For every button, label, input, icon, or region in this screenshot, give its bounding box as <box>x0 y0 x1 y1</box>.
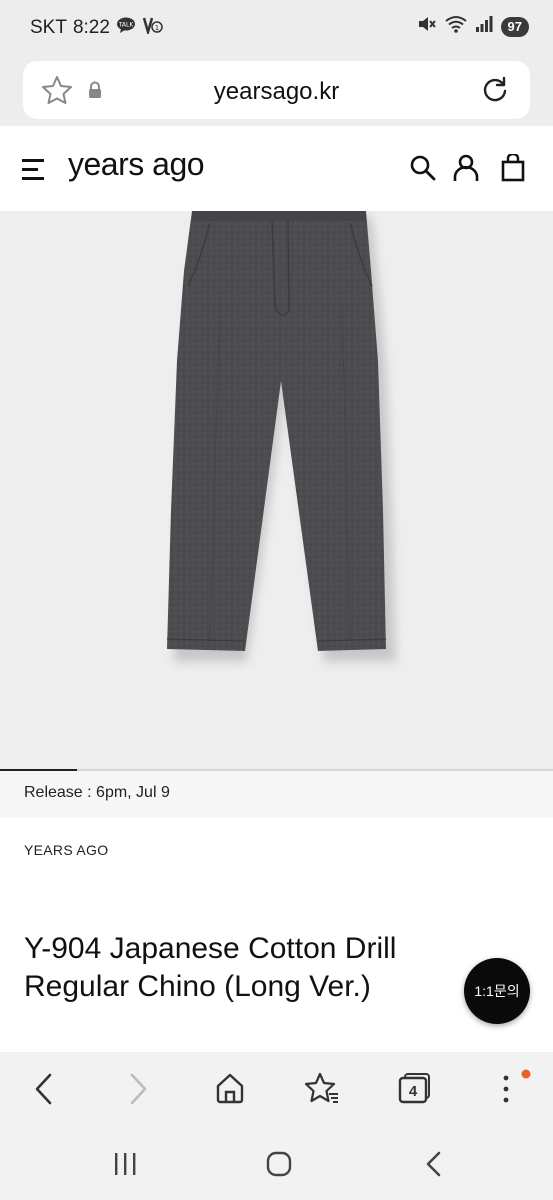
home-icon[interactable] <box>215 1072 245 1109</box>
brand-label[interactable]: YEARS AGO <box>24 842 108 858</box>
tab-count: 4 <box>409 1083 418 1100</box>
url-text[interactable]: yearsago.kr <box>23 78 530 106</box>
shopping-bag-icon[interactable] <box>501 152 525 187</box>
status-bar: SKT 8:22 TALK 1 97 <box>0 0 553 58</box>
site-header: years ago <box>0 126 553 211</box>
product-image[interactable] <box>0 211 553 769</box>
browser-address-area: yearsago.kr <box>0 58 553 126</box>
mute-icon <box>417 15 437 38</box>
search-icon[interactable] <box>410 154 436 187</box>
signal-icon <box>475 15 493 38</box>
notification-dot-icon <box>521 1066 531 1084</box>
pants-image <box>166 211 396 662</box>
product-title: Y-904 Japanese Cotton Drill Regular Chin… <box>24 932 397 1003</box>
talk-notification-icon: TALK <box>116 17 136 39</box>
system-navigation-bar <box>0 1128 553 1200</box>
site-logo[interactable]: years ago <box>68 146 205 183</box>
wifi-icon <box>444 15 467 38</box>
account-icon[interactable] <box>453 154 479 187</box>
hamburger-menu-icon[interactable] <box>22 157 44 186</box>
forward-arrow-icon[interactable] <box>126 1072 150 1111</box>
app-notification-icon: 1 <box>142 16 164 40</box>
svg-text:TALK: TALK <box>118 22 135 29</box>
release-banner: Release : 6pm, Jul 9 <box>0 771 553 818</box>
home-button-icon[interactable] <box>265 1150 293 1183</box>
battery-indicator: 97 <box>500 16 529 37</box>
recent-apps-icon[interactable] <box>112 1150 138 1183</box>
back-arrow-icon[interactable] <box>32 1072 56 1111</box>
tabs-icon[interactable]: 4 <box>398 1072 432 1109</box>
system-back-icon[interactable] <box>422 1150 446 1183</box>
clock: 8:22 <box>72 17 110 38</box>
release-text: Release : 6pm, Jul 9 <box>24 784 170 801</box>
svg-text:1: 1 <box>155 24 159 32</box>
bookmarks-star-icon[interactable] <box>304 1072 339 1109</box>
address-bar[interactable]: yearsago.kr <box>23 61 530 119</box>
carrier-label: SKT <box>30 17 67 38</box>
inquiry-chat-button[interactable]: 1:1문의 <box>464 958 530 1024</box>
reload-icon[interactable] <box>480 75 510 110</box>
status-left: SKT 8:22 TALK 1 <box>30 16 164 40</box>
status-right: 97 <box>417 15 529 38</box>
browser-toolbar: 4 <box>0 1052 553 1128</box>
